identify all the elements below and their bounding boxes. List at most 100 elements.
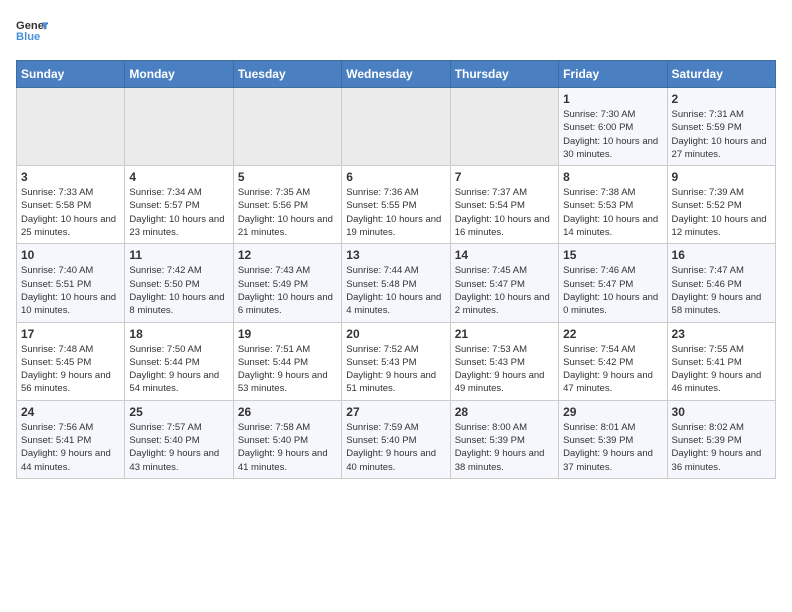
day-info: Sunrise: 8:02 AM Sunset: 5:39 PM Dayligh… — [672, 421, 771, 474]
day-info: Sunrise: 7:40 AM Sunset: 5:51 PM Dayligh… — [21, 264, 120, 317]
calendar-cell: 16 Sunrise: 7:47 AM Sunset: 5:46 PM Dayli… — [667, 244, 775, 322]
calendar-cell: 3 Sunrise: 7:33 AM Sunset: 5:58 PM Daylig… — [17, 166, 125, 244]
day-number: 15 — [563, 248, 662, 262]
day-info: Sunrise: 7:35 AM Sunset: 5:56 PM Dayligh… — [238, 186, 337, 239]
day-number: 27 — [346, 405, 445, 419]
calendar-cell: 23 Sunrise: 7:55 AM Sunset: 5:41 PM Dayli… — [667, 322, 775, 400]
calendar-week-row: 10 Sunrise: 7:40 AM Sunset: 5:51 PM Dayli… — [17, 244, 776, 322]
weekday-header: Saturday — [667, 61, 775, 88]
day-info: Sunrise: 7:59 AM Sunset: 5:40 PM Dayligh… — [346, 421, 445, 474]
calendar-cell: 7 Sunrise: 7:37 AM Sunset: 5:54 PM Daylig… — [450, 166, 558, 244]
day-info: Sunrise: 7:58 AM Sunset: 5:40 PM Dayligh… — [238, 421, 337, 474]
day-number: 13 — [346, 248, 445, 262]
day-number: 2 — [672, 92, 771, 106]
day-number: 24 — [21, 405, 120, 419]
calendar-cell: 24 Sunrise: 7:56 AM Sunset: 5:41 PM Dayli… — [17, 400, 125, 478]
calendar-week-row: 17Sunrise: 7:48 AM Sunset: 5:45 PM Dayli… — [17, 322, 776, 400]
day-info: Sunrise: 7:47 AM Sunset: 5:46 PM Dayligh… — [672, 264, 771, 317]
calendar-cell: 6 Sunrise: 7:36 AM Sunset: 5:55 PM Daylig… — [342, 166, 450, 244]
calendar-cell: 26 Sunrise: 7:58 AM Sunset: 5:40 PM Dayli… — [233, 400, 341, 478]
calendar-cell: 14Sunrise: 7:45 AM Sunset: 5:47 PM Dayli… — [450, 244, 558, 322]
weekday-header: Friday — [559, 61, 667, 88]
logo: General Blue — [16, 16, 48, 48]
day-info: Sunrise: 7:38 AM Sunset: 5:53 PM Dayligh… — [563, 186, 662, 239]
calendar-cell — [17, 88, 125, 166]
day-info: Sunrise: 8:00 AM Sunset: 5:39 PM Dayligh… — [455, 421, 554, 474]
calendar-cell: 8 Sunrise: 7:38 AM Sunset: 5:53 PM Daylig… — [559, 166, 667, 244]
calendar-cell — [450, 88, 558, 166]
day-number: 1 — [563, 92, 662, 106]
calendar-week-row: 3 Sunrise: 7:33 AM Sunset: 5:58 PM Daylig… — [17, 166, 776, 244]
day-info: Sunrise: 7:45 AM Sunset: 5:47 PM Dayligh… — [455, 264, 554, 317]
weekday-header: Sunday — [17, 61, 125, 88]
day-number: 12 — [238, 248, 337, 262]
day-number: 5 — [238, 170, 337, 184]
day-number: 3 — [21, 170, 120, 184]
day-number: 9 — [672, 170, 771, 184]
day-info: Sunrise: 7:36 AM Sunset: 5:55 PM Dayligh… — [346, 186, 445, 239]
day-info: Sunrise: 7:54 AM Sunset: 5:42 PM Dayligh… — [563, 343, 662, 396]
day-info: Sunrise: 7:57 AM Sunset: 5:40 PM Dayligh… — [129, 421, 228, 474]
day-info: Sunrise: 7:50 AM Sunset: 5:44 PM Dayligh… — [129, 343, 228, 396]
calendar-cell: 1 Sunrise: 7:30 AM Sunset: 6:00 PM Daylig… — [559, 88, 667, 166]
day-info: Sunrise: 7:37 AM Sunset: 5:54 PM Dayligh… — [455, 186, 554, 239]
day-info: Sunrise: 7:46 AM Sunset: 5:47 PM Dayligh… — [563, 264, 662, 317]
calendar-week-row: 24 Sunrise: 7:56 AM Sunset: 5:41 PM Dayli… — [17, 400, 776, 478]
weekday-header: Tuesday — [233, 61, 341, 88]
day-number: 8 — [563, 170, 662, 184]
day-number: 28 — [455, 405, 554, 419]
day-number: 7 — [455, 170, 554, 184]
day-number: 25 — [129, 405, 228, 419]
day-number: 17 — [21, 327, 120, 341]
calendar-cell: 13 Sunrise: 7:44 AM Sunset: 5:48 PM Dayli… — [342, 244, 450, 322]
day-info: Sunrise: 7:30 AM Sunset: 6:00 PM Dayligh… — [563, 108, 662, 161]
day-number: 11 — [129, 248, 228, 262]
day-info: Sunrise: 7:52 AM Sunset: 5:43 PM Dayligh… — [346, 343, 445, 396]
day-number: 19 — [238, 327, 337, 341]
calendar-cell: 30 Sunrise: 8:02 AM Sunset: 5:39 PM Dayli… — [667, 400, 775, 478]
calendar-cell: 21 Sunrise: 7:53 AM Sunset: 5:43 PM Dayli… — [450, 322, 558, 400]
calendar-cell: 19 Sunrise: 7:51 AM Sunset: 5:44 PM Dayli… — [233, 322, 341, 400]
day-number: 21 — [455, 327, 554, 341]
day-info: Sunrise: 7:31 AM Sunset: 5:59 PM Dayligh… — [672, 108, 771, 161]
day-number: 6 — [346, 170, 445, 184]
day-info: Sunrise: 7:43 AM Sunset: 5:49 PM Dayligh… — [238, 264, 337, 317]
day-info: Sunrise: 7:42 AM Sunset: 5:50 PM Dayligh… — [129, 264, 228, 317]
calendar-cell: 20 Sunrise: 7:52 AM Sunset: 5:43 PM Dayli… — [342, 322, 450, 400]
day-info: Sunrise: 7:44 AM Sunset: 5:48 PM Dayligh… — [346, 264, 445, 317]
day-number: 26 — [238, 405, 337, 419]
day-info: Sunrise: 8:01 AM Sunset: 5:39 PM Dayligh… — [563, 421, 662, 474]
day-info: Sunrise: 7:55 AM Sunset: 5:41 PM Dayligh… — [672, 343, 771, 396]
page-header: General Blue — [16, 16, 776, 48]
calendar-cell: 17Sunrise: 7:48 AM Sunset: 5:45 PM Dayli… — [17, 322, 125, 400]
weekday-header: Wednesday — [342, 61, 450, 88]
day-info: Sunrise: 7:33 AM Sunset: 5:58 PM Dayligh… — [21, 186, 120, 239]
day-info: Sunrise: 7:56 AM Sunset: 5:41 PM Dayligh… — [21, 421, 120, 474]
day-number: 18 — [129, 327, 228, 341]
day-number: 22 — [563, 327, 662, 341]
calendar-cell: 22 Sunrise: 7:54 AM Sunset: 5:42 PM Dayli… — [559, 322, 667, 400]
calendar-cell: 2 Sunrise: 7:31 AM Sunset: 5:59 PM Daylig… — [667, 88, 775, 166]
weekday-header-row: SundayMondayTuesdayWednesdayThursdayFrid… — [17, 61, 776, 88]
day-number: 16 — [672, 248, 771, 262]
calendar-cell: 12 Sunrise: 7:43 AM Sunset: 5:49 PM Dayli… — [233, 244, 341, 322]
day-info: Sunrise: 7:53 AM Sunset: 5:43 PM Dayligh… — [455, 343, 554, 396]
calendar-cell — [233, 88, 341, 166]
day-number: 23 — [672, 327, 771, 341]
calendar-cell: 9 Sunrise: 7:39 AM Sunset: 5:52 PM Daylig… — [667, 166, 775, 244]
day-number: 20 — [346, 327, 445, 341]
day-number: 10 — [21, 248, 120, 262]
day-info: Sunrise: 7:39 AM Sunset: 5:52 PM Dayligh… — [672, 186, 771, 239]
day-number: 29 — [563, 405, 662, 419]
calendar-cell: 18 Sunrise: 7:50 AM Sunset: 5:44 PM Dayli… — [125, 322, 233, 400]
calendar-cell: 27 Sunrise: 7:59 AM Sunset: 5:40 PM Dayli… — [342, 400, 450, 478]
calendar-table: SundayMondayTuesdayWednesdayThursdayFrid… — [16, 60, 776, 479]
day-info: Sunrise: 7:51 AM Sunset: 5:44 PM Dayligh… — [238, 343, 337, 396]
calendar-cell: 29 Sunrise: 8:01 AM Sunset: 5:39 PM Dayli… — [559, 400, 667, 478]
weekday-header: Monday — [125, 61, 233, 88]
calendar-cell — [342, 88, 450, 166]
svg-text:Blue: Blue — [16, 31, 40, 43]
calendar-cell: 5 Sunrise: 7:35 AM Sunset: 5:56 PM Daylig… — [233, 166, 341, 244]
day-number: 30 — [672, 405, 771, 419]
calendar-cell: 25 Sunrise: 7:57 AM Sunset: 5:40 PM Dayli… — [125, 400, 233, 478]
